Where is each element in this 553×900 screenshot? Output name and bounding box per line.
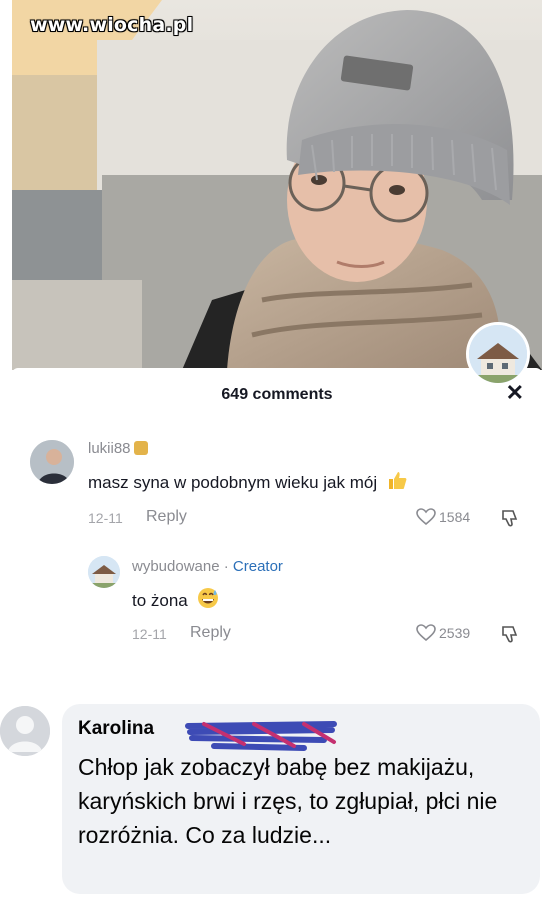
heart-icon [416,624,436,642]
comments-panel: 649 comments ✕ lukii88 masz syna w podob… [12,322,542,650]
comment-body: Chłop jak zobaczył babę bez makijażu, ka… [78,754,498,848]
reply-like-button[interactable]: 2539 [416,624,470,642]
reply-to-reply-button[interactable]: Reply [190,624,231,642]
thumbs-up-icon [388,472,407,489]
heart-icon [416,508,436,526]
dislike-icon[interactable] [500,624,520,649]
comment-bubble: Karolina Chłop jak zobaczył babę bez mak… [62,704,540,894]
comment-text: masz syna w podobnym wieku jak mój [88,469,408,493]
commenter-avatar[interactable] [30,440,74,484]
like-button[interactable]: 1584 [416,508,470,526]
watermark: www.wiocha.pl [30,14,194,36]
reply-like-count: 2539 [439,625,471,641]
reply-username[interactable]: wybudowane · Creator [132,558,283,575]
reply-avatar[interactable] [88,556,120,588]
commenter-name[interactable]: Karolina [78,718,154,740]
comment-date: 12-11 [88,510,123,526]
redaction-scribble [185,721,337,751]
like-count: 1584 [439,509,471,525]
default-avatar-icon[interactable] [0,706,50,756]
badge-icon [133,441,148,455]
dislike-icon[interactable] [500,508,520,533]
house-icon [88,556,120,588]
reply-date: 12-11 [132,626,167,642]
selfie-illustration [12,0,542,370]
grinning-sweat-icon [197,588,218,608]
person-photo-icon [30,440,74,484]
reply-text: to żona [132,587,219,611]
creator-profile-avatar[interactable] [466,322,530,386]
comment-username[interactable]: lukii88 [88,440,148,457]
creator-label: Creator [232,558,283,575]
comments-count-header: 649 comments [221,386,333,403]
facebook-comment: Karolina Chłop jak zobaczył babę bez mak… [0,690,553,900]
post-photo: www.wiocha.pl [12,0,542,370]
close-icon[interactable]: ✕ [506,382,524,404]
house-thumbnail-icon [469,325,527,383]
reply-button[interactable]: Reply [146,508,187,526]
